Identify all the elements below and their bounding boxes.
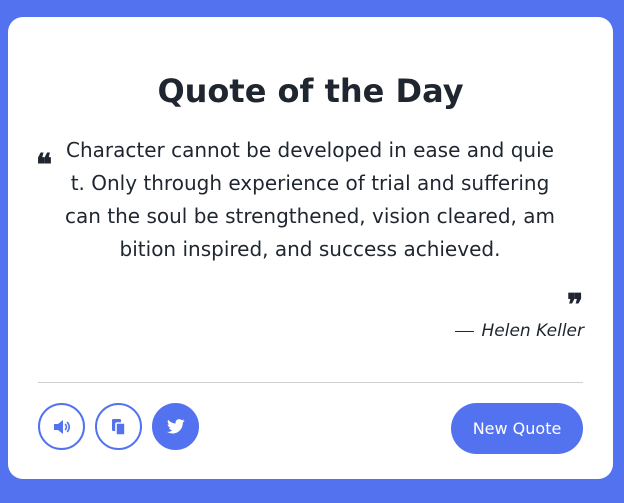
quote-author: Helen Keller [454, 321, 585, 341]
page-title: Quote of the Day [157, 72, 464, 110]
tweet-button[interactable] [152, 403, 199, 450]
copy-icon [111, 418, 127, 436]
quote-text: Character cannot be developed in ease an… [65, 138, 555, 261]
speak-button[interactable] [38, 403, 85, 450]
author-dash [454, 330, 474, 332]
author-name: Helen Keller [481, 321, 585, 341]
close-quote-icon: ❞ [567, 288, 584, 323]
open-quote-icon: ❝ [36, 148, 53, 183]
divider [38, 382, 583, 383]
twitter-icon [166, 419, 185, 434]
quote-card: Quote of the Day ❝ Character cannot be d… [8, 17, 613, 479]
new-quote-button[interactable]: New Quote [451, 403, 583, 454]
quote-area: Character cannot be developed in ease an… [64, 134, 556, 314]
volume-icon [52, 418, 72, 436]
copy-button[interactable] [95, 403, 142, 450]
